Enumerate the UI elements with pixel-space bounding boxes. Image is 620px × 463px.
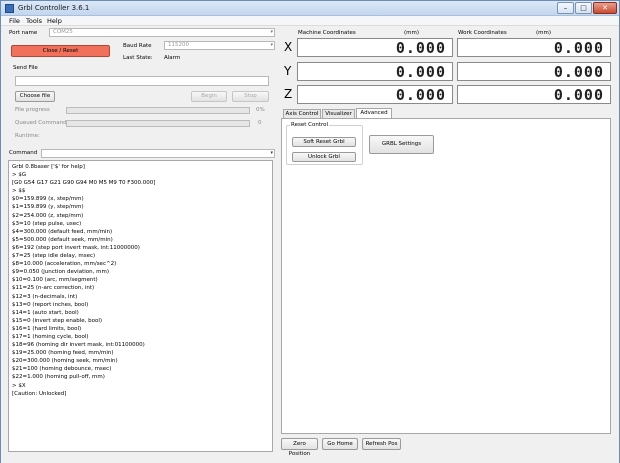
work-x-display: 0.000 [457, 38, 611, 57]
file-progress-bar [66, 107, 250, 114]
queued-commands-value: 0 [258, 120, 262, 126]
chevron-down-icon: ▾ [270, 42, 273, 48]
machine-x-display: 0.000 [297, 38, 453, 57]
machine-y-value: 0.000 [395, 62, 446, 81]
machine-unit-label: (mm) [404, 30, 420, 36]
advanced-tab-panel [281, 118, 611, 434]
console-line: > $X [12, 382, 26, 389]
begin-button[interactable]: Begin [191, 91, 227, 102]
work-z-value: 0.000 [553, 85, 604, 104]
grbl-settings-button[interactable]: GRBL Settings [369, 135, 434, 154]
console-line: $21=100 (homing debounce, msec) [12, 366, 112, 373]
file-progress-value: 0% [256, 107, 265, 113]
console-line: $22=1.000 (homing pull-off, mm) [12, 374, 105, 381]
menu-bar: File Tools Help [1, 16, 619, 26]
work-y-value: 0.000 [553, 62, 604, 81]
console-line: $13=0 (report inches, bool) [12, 301, 89, 308]
machine-coordinates-label: Machine Coordinates [298, 30, 356, 36]
work-coordinates-label: Work Coordinates [458, 30, 507, 36]
console-line: $18=96 (homing dir invert mask, int:0110… [12, 342, 145, 349]
stop-button[interactable]: Stop [232, 91, 269, 102]
console-line: $9=0.050 (junction deviation, mm) [12, 269, 109, 276]
console-line: > $G [12, 172, 27, 179]
console-line: $8=10.000 (acceleration, mm/sec^2) [12, 261, 117, 268]
go-home-button[interactable]: Go Home [322, 438, 358, 450]
port-name-select[interactable]: COM25 ▾ [49, 28, 275, 37]
baud-rate-label: Baud Rate [123, 43, 152, 49]
window-title: Grbl Controller 3.6.1 [18, 4, 90, 12]
close-window-button[interactable]: ✕ [593, 2, 617, 14]
menu-tools[interactable]: Tools [26, 17, 42, 25]
console-line: [Caution: Unlocked] [12, 390, 67, 397]
console-line: $6=192 (step port invert mask, int:11000… [12, 244, 140, 251]
machine-y-display: 0.000 [297, 62, 453, 81]
baud-rate-value: 115200 [168, 42, 189, 48]
console-line: $16=1 (hard limits, bool) [12, 325, 82, 332]
work-y-display: 0.000 [457, 62, 611, 81]
console-line: $12=3 (n-decimals, int) [12, 293, 78, 300]
maximize-button[interactable]: □ [575, 2, 592, 14]
console-line: $11=25 (n-arc correction, int) [12, 285, 95, 292]
zero-position-button[interactable]: Zero Position [281, 438, 318, 457]
machine-z-display: 0.000 [297, 85, 453, 104]
queued-commands-label: Queued Commands [15, 120, 70, 126]
work-x-value: 0.000 [553, 38, 604, 57]
menu-file[interactable]: File [9, 17, 20, 25]
refresh-pos-button[interactable]: Refresh Pos [362, 438, 401, 450]
command-label: Command [9, 150, 38, 156]
console-line: $3=10 (step pulse, usec) [12, 220, 82, 227]
console-line: $1=159.899 (y, step/mm) [12, 204, 84, 211]
chevron-down-icon: ▾ [270, 150, 273, 156]
axis-y-label: Y [284, 64, 292, 78]
last-state-value: Alarm [164, 55, 181, 61]
console-line: $5=500.000 (default seek, mm/min) [12, 236, 113, 243]
choose-file-button[interactable]: Choose file [15, 91, 55, 102]
machine-z-value: 0.000 [395, 85, 446, 104]
status-bar [1, 456, 619, 463]
console-line: $0=159.899 (x, step/mm) [12, 196, 84, 203]
port-name-value: COM25 [53, 29, 73, 35]
title-bar: Grbl Controller 3.6.1 – □ ✕ [1, 1, 619, 16]
reset-control-title: Reset Control [290, 122, 329, 128]
main-window: Grbl Controller 3.6.1 – □ ✕ File Tools H… [0, 0, 620, 463]
minimize-button[interactable]: – [557, 2, 574, 14]
last-state-label: Last State: [123, 55, 153, 61]
file-progress-label: File progress [15, 107, 50, 113]
baud-rate-select[interactable]: 115200 ▾ [164, 41, 275, 50]
unlock-grbl-button[interactable]: Unlock Grbl [292, 152, 356, 162]
menu-help[interactable]: Help [47, 17, 62, 25]
console-line: Grbl 0.8baser ['$' for help] [12, 164, 85, 170]
console-line: > $$ [12, 188, 26, 195]
console-line: $17=1 (homing cycle, bool) [12, 333, 89, 340]
console-line: $20=300.000 (homing seek, mm/min) [12, 358, 118, 365]
console-line: $10=0.100 (arc, mm/segment) [12, 277, 98, 284]
send-file-label: Send File [13, 65, 38, 71]
port-name-label: Port name [9, 30, 38, 36]
chevron-down-icon: ▾ [270, 29, 273, 35]
machine-x-value: 0.000 [395, 38, 446, 57]
axis-z-label: Z [284, 87, 293, 101]
work-z-display: 0.000 [457, 85, 611, 104]
app-icon [5, 4, 14, 13]
console-line: $2=254.000 (z, step/mm) [12, 212, 84, 219]
queued-commands-bar [66, 120, 250, 127]
console-line: $19=25.000 (homing feed, mm/min) [12, 350, 114, 357]
work-unit-label: (mm) [536, 30, 552, 36]
axis-x-label: X [284, 40, 293, 54]
close-reset-button[interactable]: Close / Reset [11, 45, 110, 57]
console-line: $4=300.000 (default feed, mm/min) [12, 228, 113, 235]
console-line: $15=0 (invert step enable, bool) [12, 317, 102, 324]
soft-reset-button[interactable]: Soft Reset Grbl [292, 137, 356, 147]
console-line: $7=25 (step idle delay, msec) [12, 253, 96, 260]
runtime-label: Runtime: [15, 133, 40, 139]
console-line: [G0 G54 G17 G21 G90 G94 M0 M5 M9 T0 F300… [12, 180, 156, 187]
file-path-input[interactable] [15, 76, 269, 86]
command-input[interactable]: ▾ [41, 149, 275, 158]
console-line: $14=1 (auto start, bool) [12, 309, 79, 316]
console-output[interactable]: Grbl 0.8baser ['$' for help] > $G [G0 G54 … [8, 160, 273, 452]
